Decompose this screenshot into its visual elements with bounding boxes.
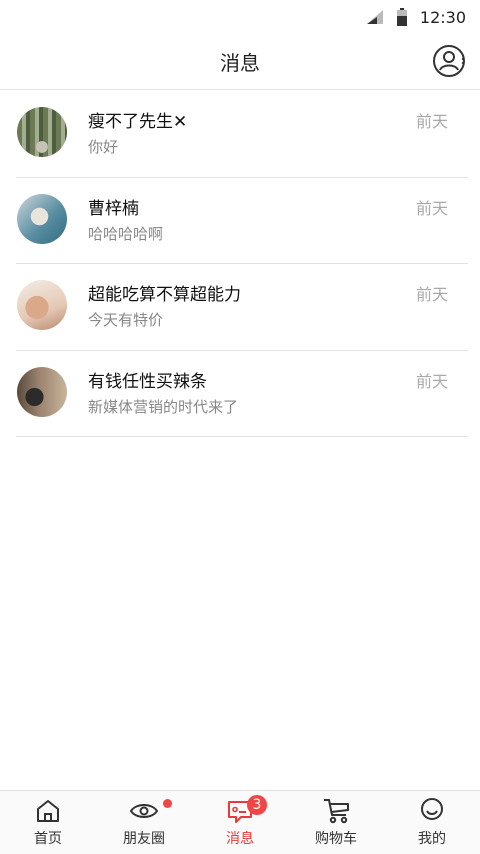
tab-messages[interactable]: 3 消息 [192,791,288,854]
tab-label: 我的 [418,831,446,847]
tab-label: 首页 [34,831,62,847]
app-header: 消息 [0,34,480,90]
avatar [17,366,67,417]
chat-time: 前天 [415,371,448,391]
chat-name: 超能吃算不算超能力 [88,285,241,305]
chat-item[interactable]: 超能吃算不算超能力 今天有特价 前天 [16,264,468,351]
chat-time: 前天 [415,285,448,304]
tab-label: 购物车 [315,831,357,847]
chat-list: 瘦不了先生✕ 你好 前天 曹梓楠 哈哈哈哈啊 前天 超能吃算不算超能力 今天有特… [0,91,480,437]
signal-icon [366,10,383,24]
unread-count-badge: 3 [247,795,267,815]
tab-cart[interactable]: 购物车 [288,791,384,854]
chat-time: 前天 [415,198,448,218]
chat-preview: 哈哈哈哈啊 [88,224,164,243]
avatar [17,107,67,157]
chat-item[interactable]: 有钱任性买辣条 新媒体营销的时代来了 前天 [16,351,468,437]
cart-icon [324,799,349,824]
chat-name: 瘦不了先生✕ [88,112,188,132]
home-icon [37,800,59,822]
status-time: 12:30 [419,7,466,27]
chat-item[interactable]: 瘦不了先生✕ 你好 前天 [16,91,468,178]
chat-preview: 今天有特价 [88,311,164,329]
chat-time: 前天 [415,112,448,131]
tab-moments[interactable]: 朋友圈 [96,791,192,854]
chat-item[interactable]: 曹梓楠 哈哈哈哈啊 前天 [16,178,468,264]
tab-label: 消息 [226,831,254,847]
status-bar: 12:30 [0,0,480,34]
chat-name: 曹梓楠 [88,198,139,219]
avatar [17,280,67,330]
notification-dot [163,799,172,808]
chat-name: 有钱任性买辣条 [88,371,207,392]
battery-icon [396,8,407,26]
tab-label: 朋友圈 [123,831,165,847]
smile-icon [421,798,443,820]
page-title: 消息 [220,51,260,75]
tab-profile[interactable]: 我的 [384,791,480,854]
eye-icon [129,804,159,818]
chat-preview: 你好 [88,138,119,156]
bottom-tab-bar: 首页 朋友圈 3 消息 购物车 我的 [0,790,480,854]
chat-preview: 新媒体营销的时代来了 [88,397,239,416]
tab-home[interactable]: 首页 [0,791,96,854]
user-profile-icon[interactable] [432,43,468,79]
avatar [17,193,67,244]
